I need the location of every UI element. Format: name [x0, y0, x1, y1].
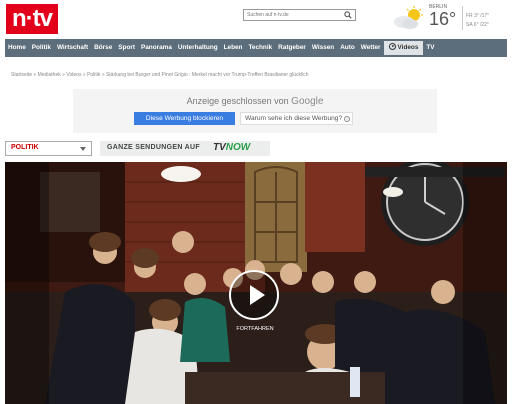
search-box [243, 9, 356, 21]
why-this-ad-label: Warum sehe ich diese Werbung? [245, 115, 343, 122]
forecast-day: SA [466, 22, 473, 28]
nav-item-videos[interactable]: Videos [383, 41, 424, 55]
google-logo: Google [291, 96, 324, 107]
video-play-icon [388, 43, 396, 50]
tvnow-logo: TVNOW [213, 142, 250, 153]
nav-item-sport[interactable]: Sport [115, 39, 138, 57]
category-select-value: POLITIK [11, 144, 39, 151]
nav-item-panorama[interactable]: Panorama [138, 39, 175, 57]
info-icon: i [343, 116, 350, 122]
block-ad-button[interactable]: Diese Werbung blockieren [134, 112, 235, 125]
play-button[interactable] [229, 270, 279, 320]
weather-temperature: 16° [429, 9, 457, 29]
ad-closed-text: Anzeige geschlossen von [186, 96, 289, 106]
tvnow-link[interactable]: GANZE SENDUNGEN AUF TVNOW [100, 141, 270, 156]
nav-item-videos-label: Videos [397, 44, 419, 51]
search-icon[interactable] [344, 11, 352, 19]
tvnow-logo-tv: TV [213, 142, 226, 153]
nav-item-wissen[interactable]: Wissen [309, 39, 337, 57]
ad-closed-notice: Anzeige geschlossen von Google [73, 96, 437, 107]
ad-closed-panel: Anzeige geschlossen von Google Diese Wer… [73, 89, 437, 133]
forecast-day-2: SA 6° /22° [466, 22, 489, 28]
weather-widget[interactable]: BERLIN 16° FR 3° /17° SA 6° /22° [390, 3, 508, 33]
ntv-logo[interactable]: n·tv [6, 4, 58, 34]
chevron-down-icon [80, 147, 86, 151]
play-label: FORTFAHREN [236, 326, 274, 332]
nav-item-technik[interactable]: Technik [245, 39, 275, 57]
site-header: n·tv BERLIN 16° FR 3° /17° SA 6° /22° [0, 0, 512, 40]
weather-divider [462, 6, 463, 30]
why-this-ad-button[interactable]: Warum sehe ich diese Werbung? i [240, 112, 353, 125]
main-nav: Home Politik Wirtschaft Börse Sport Pano… [5, 39, 507, 57]
forecast-day: FR [466, 13, 473, 19]
nav-item-tv[interactable]: TV [423, 39, 437, 57]
tvnow-logo-now: NOW [225, 142, 251, 153]
category-select[interactable]: POLITIK [5, 141, 92, 156]
full-shows-label: GANZE SENDUNGEN AUF [107, 144, 200, 151]
breadcrumb[interactable]: Startseite » Mediathek » Videos » Politi… [11, 72, 309, 78]
nav-item-auto[interactable]: Auto [337, 39, 358, 57]
nav-item-wetter[interactable]: Wetter [358, 39, 384, 57]
search-input[interactable] [244, 10, 342, 20]
nav-item-leben[interactable]: Leben [221, 39, 246, 57]
forecast-range: 3° /17° [474, 13, 490, 19]
nav-item-unterhaltung[interactable]: Unterhaltung [175, 39, 221, 57]
nav-item-wirtschaft[interactable]: Wirtschaft [54, 39, 91, 57]
forecast-range: 6° /22° [473, 22, 489, 28]
nav-item-home[interactable]: Home [5, 39, 29, 57]
forecast-day-1: FR 3° /17° [466, 13, 489, 19]
nav-item-boerse[interactable]: Börse [91, 39, 115, 57]
nav-item-ratgeber[interactable]: Ratgeber [275, 39, 309, 57]
sun-cloud-icon [394, 6, 423, 29]
nav-item-politik[interactable]: Politik [29, 39, 54, 57]
